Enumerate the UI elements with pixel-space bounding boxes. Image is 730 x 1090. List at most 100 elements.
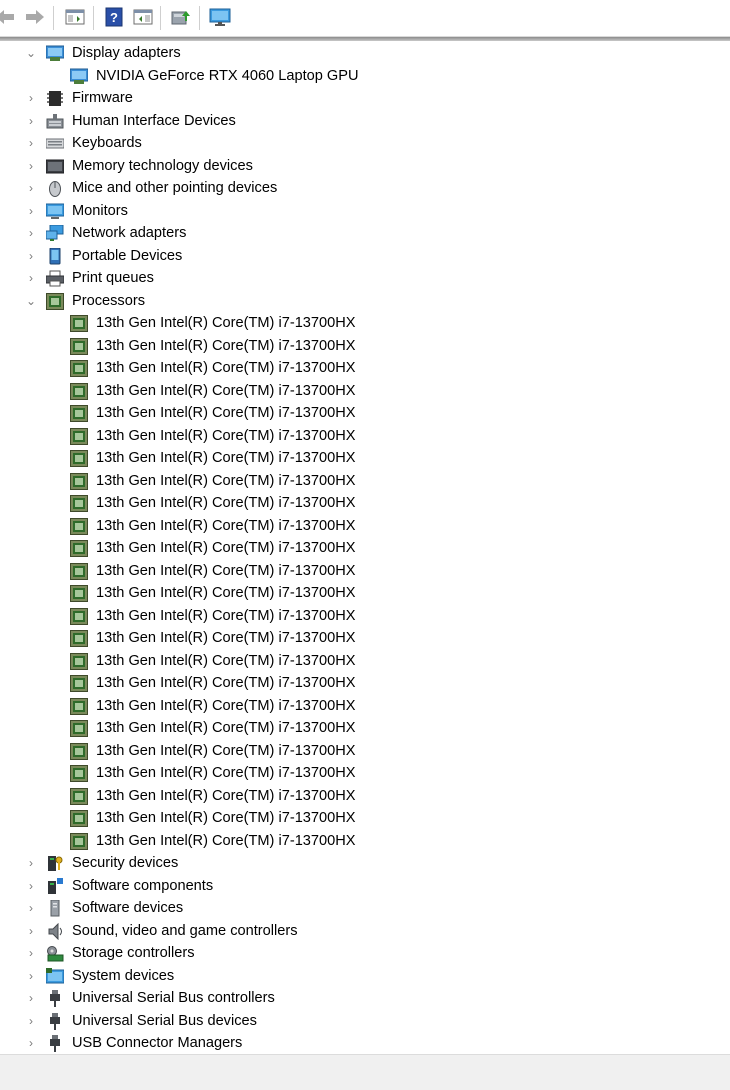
chevron-right-icon[interactable]: › [23, 267, 39, 290]
device-tree[interactable]: ⌄ Display adapters NVIDIA GeForce RTX 40… [0, 42, 730, 1055]
tree-node-storage[interactable]: › Storage controllers [0, 942, 730, 965]
tree-node-processor[interactable]: 13th Gen Intel(R) Core(TM) i7-13700HX [0, 672, 730, 695]
tree-node-gpu[interactable]: NVIDIA GeForce RTX 4060 Laptop GPU [0, 65, 730, 88]
chevron-right-icon[interactable]: › [23, 920, 39, 943]
tree-node-processor[interactable]: 13th Gen Intel(R) Core(TM) i7-13700HX [0, 425, 730, 448]
tree-node-processor[interactable]: 13th Gen Intel(R) Core(TM) i7-13700HX [0, 492, 730, 515]
help-button[interactable]: ? [103, 6, 125, 28]
tree-node-processor[interactable]: 13th Gen Intel(R) Core(TM) i7-13700HX [0, 582, 730, 605]
tree-node-processor[interactable]: 13th Gen Intel(R) Core(TM) i7-13700HX [0, 335, 730, 358]
forward-button[interactable] [24, 6, 46, 28]
tree-node-label: 13th Gen Intel(R) Core(TM) i7-13700HX [96, 832, 356, 849]
show-action-pane-button[interactable] [132, 6, 154, 28]
chevron-right-icon[interactable]: › [23, 87, 39, 110]
action-pane-icon [133, 9, 153, 25]
tree-node-display-adapters[interactable]: ⌄ Display adapters [0, 42, 730, 65]
tree-node-system[interactable]: › System devices [0, 965, 730, 988]
chevron-right-icon[interactable]: › [23, 965, 39, 988]
show-hide-console-tree-button[interactable] [64, 6, 86, 28]
tree-node-hid[interactable]: › Human Interface Devices [0, 110, 730, 133]
chevron-right-icon[interactable]: › [23, 155, 39, 178]
processor-icon [46, 292, 64, 310]
chevron-right-icon[interactable]: › [23, 987, 39, 1010]
tree-node-processor[interactable]: 13th Gen Intel(R) Core(TM) i7-13700HX [0, 695, 730, 718]
tree-node-label: 13th Gen Intel(R) Core(TM) i7-13700HX [96, 562, 356, 579]
tree-node-usb-devices[interactable]: › Universal Serial Bus devices [0, 1010, 730, 1033]
update-driver-button[interactable] [170, 6, 192, 28]
tree-node-label: 13th Gen Intel(R) Core(TM) i7-13700HX [96, 720, 356, 736]
chevron-right-icon[interactable]: › [23, 132, 39, 155]
tree-node-processor[interactable]: 13th Gen Intel(R) Core(TM) i7-13700HX [0, 515, 730, 538]
tree-node-network[interactable]: › Network adapters [0, 222, 730, 245]
tree-node-sound[interactable]: › Sound, video and game controllers [0, 920, 730, 943]
chevron-right-icon[interactable]: › [23, 200, 39, 223]
chevron-right-icon[interactable]: › [23, 1010, 39, 1033]
firmware-icon [47, 91, 63, 106]
chevron-right-icon[interactable]: › [23, 245, 39, 268]
tree-node-processor[interactable]: 13th Gen Intel(R) Core(TM) i7-13700HX [0, 380, 730, 403]
tree-node-label: 13th Gen Intel(R) Core(TM) i7-13700HX [96, 427, 356, 444]
usb-icon [50, 1012, 60, 1030]
tree-node-processor[interactable]: 13th Gen Intel(R) Core(TM) i7-13700HX [0, 627, 730, 650]
chevron-down-icon[interactable]: ⌄ [23, 290, 39, 313]
tree-node-firmware[interactable]: › Firmware [0, 87, 730, 110]
tree-node-software-components[interactable]: › Software components [0, 875, 730, 898]
tree-node-processor[interactable]: 13th Gen Intel(R) Core(TM) i7-13700HX [0, 740, 730, 763]
chevron-right-icon[interactable]: › [23, 852, 39, 875]
chevron-right-icon[interactable]: › [23, 222, 39, 245]
tree-node-monitors[interactable]: › Monitors [0, 200, 730, 223]
tree-node-label: Portable Devices [72, 247, 183, 264]
tree-node-label: Network adapters [72, 225, 187, 241]
tree-node-portable[interactable]: › Portable Devices [0, 245, 730, 268]
processor-icon [70, 360, 88, 377]
processor-icon [70, 630, 88, 647]
storage-controller-icon [47, 946, 64, 962]
tree-node-label: Human Interface Devices [72, 112, 236, 129]
tree-node-keyboards[interactable]: › Keyboards [0, 132, 730, 155]
tree-node-label: Mice and other pointing devices [72, 180, 278, 196]
tree-node-usb-connector-managers[interactable]: › USB Connector Managers [0, 1032, 730, 1055]
chevron-right-icon[interactable]: › [23, 177, 39, 200]
processor-icon [70, 472, 88, 490]
chevron-down-icon[interactable]: ⌄ [23, 42, 39, 65]
processor-icon [70, 405, 88, 422]
tree-node-processors[interactable]: ⌄ Processors [0, 290, 730, 313]
back-button[interactable] [0, 6, 16, 28]
tree-node-memory[interactable]: › Memory technology devices [0, 155, 730, 178]
printer-icon [46, 270, 64, 287]
tree-node-processor[interactable]: 13th Gen Intel(R) Core(TM) i7-13700HX [0, 560, 730, 583]
tree-node-processor[interactable]: 13th Gen Intel(R) Core(TM) i7-13700HX [0, 830, 730, 853]
tree-node-processor[interactable]: 13th Gen Intel(R) Core(TM) i7-13700HX [0, 537, 730, 560]
toolbar-separator [53, 6, 54, 30]
usb-icon [50, 1035, 60, 1052]
tree-node-processor[interactable]: 13th Gen Intel(R) Core(TM) i7-13700HX [0, 402, 730, 425]
system-device-icon [46, 967, 64, 983]
tree-node-usb-controllers[interactable]: › Universal Serial Bus controllers [0, 987, 730, 1010]
scan-hardware-button[interactable] [209, 6, 231, 28]
tree-node-processor[interactable]: 13th Gen Intel(R) Core(TM) i7-13700HX [0, 470, 730, 493]
chevron-right-icon[interactable]: › [23, 110, 39, 133]
usb-icon [50, 990, 60, 1007]
tree-node-processor[interactable]: 13th Gen Intel(R) Core(TM) i7-13700HX [0, 807, 730, 830]
tree-node-processor[interactable]: 13th Gen Intel(R) Core(TM) i7-13700HX [0, 312, 730, 335]
tree-node-processor[interactable]: 13th Gen Intel(R) Core(TM) i7-13700HX [0, 605, 730, 628]
chevron-right-icon[interactable]: › [23, 1032, 39, 1055]
tree-node-security[interactable]: › Security devices [0, 852, 730, 875]
tree-node-label: 13th Gen Intel(R) Core(TM) i7-13700HX [96, 540, 356, 556]
tree-node-processor[interactable]: 13th Gen Intel(R) Core(TM) i7-13700HX [0, 762, 730, 785]
chevron-right-icon[interactable]: › [23, 897, 39, 920]
tree-node-label: Security devices [72, 855, 179, 871]
tree-node-processor[interactable]: 13th Gen Intel(R) Core(TM) i7-13700HX [0, 447, 730, 470]
tree-node-mice[interactable]: › Mice and other pointing devices [0, 177, 730, 200]
tree-node-processor[interactable]: 13th Gen Intel(R) Core(TM) i7-13700HX [0, 717, 730, 740]
tree-node-print-queues[interactable]: › Print queues [0, 267, 730, 290]
tree-node-processor[interactable]: 13th Gen Intel(R) Core(TM) i7-13700HX [0, 785, 730, 808]
chevron-right-icon[interactable]: › [23, 942, 39, 965]
tree-node-processor[interactable]: 13th Gen Intel(R) Core(TM) i7-13700HX [0, 357, 730, 380]
tree-node-software-devices[interactable]: › Software devices [0, 897, 730, 920]
tree-node-label: Universal Serial Bus devices [72, 1012, 257, 1029]
chevron-right-icon[interactable]: › [23, 875, 39, 898]
processor-icon [70, 382, 88, 400]
processor-icon [70, 742, 88, 760]
tree-node-processor[interactable]: 13th Gen Intel(R) Core(TM) i7-13700HX [0, 650, 730, 673]
